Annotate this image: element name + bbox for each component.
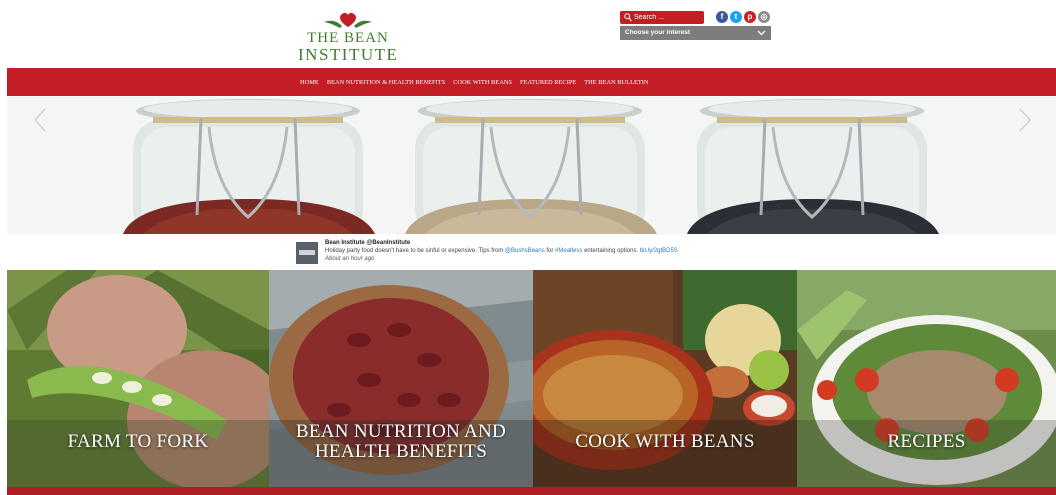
- pinterest-icon[interactable]: p: [744, 11, 756, 23]
- twitter-feed: Bean Institute @BeanInstitute Holiday pa…: [296, 240, 736, 268]
- tile-label: COOK WITH BEANS: [575, 431, 755, 452]
- search-icon: [624, 13, 632, 22]
- tweet-text: Holiday party food doesn't have to be si…: [325, 248, 678, 254]
- salad-photo: [797, 270, 1056, 487]
- hero-jar-white-beans: [405, 99, 657, 234]
- tweet-text-part: Holiday party food doesn't have to be si…: [325, 248, 505, 254]
- nav-item-cook-with-beans[interactable]: COOK WITH BEANS: [453, 79, 512, 86]
- tweet-text-part: entertaining options.: [582, 248, 640, 254]
- tweet-author[interactable]: Bean Institute @BeanInstitute: [325, 240, 410, 246]
- tweet-url-link[interactable]: bit.ly/2gtBD5S: [640, 248, 678, 254]
- tile-label: RECIPES: [887, 431, 966, 452]
- logo-text-line1: THE BEAN: [307, 30, 389, 46]
- tile-label: FARM TO FORK: [67, 431, 209, 452]
- avatar[interactable]: [296, 242, 318, 264]
- slider-next-arrow-icon[interactable]: [1019, 108, 1031, 132]
- logo-text-line2: INSTITUTE: [298, 45, 399, 64]
- cooking-photo: [533, 270, 797, 487]
- slider-prev-arrow-icon[interactable]: [34, 108, 46, 132]
- footer-bar: [7, 487, 1056, 495]
- tile-bean-nutrition[interactable]: BEAN NUTRITION AND HEALTH BENEFITS: [269, 270, 533, 487]
- tweet-timestamp[interactable]: About an hour ago: [325, 256, 374, 262]
- instagram-icon[interactable]: ◎: [758, 11, 770, 23]
- chevron-down-icon: [757, 30, 766, 36]
- nav-item-bean-bulletin[interactable]: THE BEAN BULLETIN: [584, 79, 648, 86]
- tile-label-line1: BEAN NUTRITION AND: [295, 421, 507, 442]
- hero-jar-black-beans: [687, 99, 939, 234]
- tile-label-line2: HEALTH BENEFITS: [314, 441, 488, 462]
- search-input[interactable]: [634, 11, 700, 24]
- nav-item-home[interactable]: HOME: [300, 79, 319, 86]
- hero-slider: [7, 97, 1056, 234]
- feature-tiles: FARM TO FORK BEAN NUTRITION AND HEALTH B…: [7, 270, 1056, 487]
- nav-item-featured-recipe[interactable]: FEATURED RECIPE: [520, 79, 576, 86]
- farm-photo: [7, 270, 269, 487]
- nav-item-bean-nutrition[interactable]: BEAN NUTRITION & HEALTH BENEFITS: [327, 79, 445, 86]
- tweet-hashtag-link[interactable]: #Meatless: [555, 248, 582, 254]
- interest-select-value: Choose your interest: [625, 29, 691, 36]
- main-nav: HOME BEAN NUTRITION & HEALTH BENEFITS CO…: [7, 68, 1056, 96]
- twitter-icon[interactable]: t: [730, 11, 742, 23]
- tile-farm-to-fork[interactable]: FARM TO FORK: [7, 270, 269, 487]
- search-box[interactable]: [620, 11, 704, 24]
- tile-cook-with-beans[interactable]: COOK WITH BEANS: [533, 270, 797, 487]
- tweet-mention-link[interactable]: @BushsBeans: [505, 248, 545, 254]
- hero-jar-red-beans: [123, 99, 375, 234]
- social-links: f t p ◎: [716, 11, 770, 23]
- tile-recipes[interactable]: RECIPES: [797, 270, 1056, 487]
- tweet-text-part: for: [544, 248, 556, 254]
- bean-heart-icon: [324, 12, 372, 28]
- interest-select[interactable]: Choose your interest: [620, 26, 771, 40]
- site-logo[interactable]: THE BEAN INSTITUTE: [298, 10, 399, 64]
- facebook-icon[interactable]: f: [716, 11, 728, 23]
